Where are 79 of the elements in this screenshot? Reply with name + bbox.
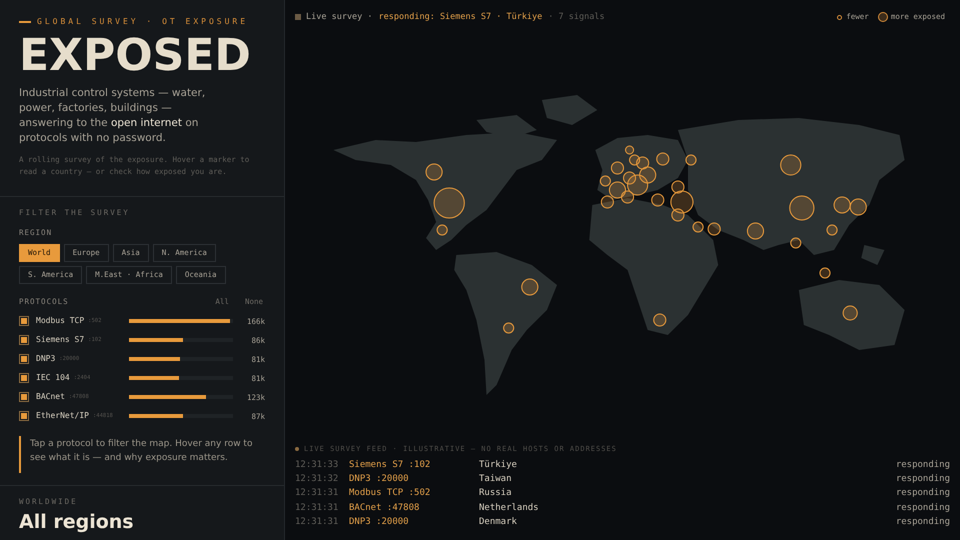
exposure-marker[interactable]: [670, 190, 694, 214]
time-cell-text: 12:31:31: [295, 516, 340, 530]
time-cell-text: 12:31:31: [295, 487, 340, 500]
protocol-cell-text: Modbus TCP :502: [349, 487, 432, 500]
signals-label: · 7 signals: [548, 10, 605, 24]
exposure-marker[interactable]: [623, 172, 636, 184]
exposure-marker[interactable]: [636, 156, 650, 170]
exposure-marker[interactable]: [426, 164, 443, 180]
country-cell-text: Netherlands: [479, 502, 539, 515]
state-cell-text: responding: [896, 487, 950, 500]
protocol-cell-text: BACnet :47808: [349, 502, 420, 515]
protocol-name: BACnet: [36, 391, 65, 404]
protocol-name: IEC 104: [36, 372, 70, 384]
exposure-marker[interactable]: [436, 224, 448, 236]
kicker-label: GLOBAL SURVEY · OT EXPOSURE: [37, 16, 248, 28]
exposure-marker[interactable]: [842, 306, 858, 320]
exposure-marker[interactable]: [708, 222, 721, 236]
exposure-marker[interactable]: [826, 224, 838, 236]
time-cell-text: 12:31:33: [295, 458, 340, 472]
exposure-marker[interactable]: [503, 322, 514, 334]
country-cell-text: Denmark: [479, 516, 517, 530]
protocol-name: Siemens S7: [36, 334, 84, 346]
page-title: EXPOSED: [19, 32, 252, 80]
large-marker-icon: [878, 12, 888, 22]
exposure-marker[interactable]: [746, 222, 764, 240]
protocol-checkbox[interactable]: [19, 373, 29, 384]
country-cell-text: Taiwan: [479, 473, 512, 486]
exposure-marker[interactable]: [780, 154, 802, 176]
exposure-marker[interactable]: [671, 180, 684, 194]
protocol-cell-text: Siemens S7 :102: [349, 458, 432, 472]
exposure-marker[interactable]: [790, 238, 802, 248]
exposure-marker[interactable]: [627, 174, 648, 196]
state-cell-text: responding: [896, 473, 950, 486]
exposure-marker[interactable]: [656, 152, 670, 166]
hint-paragraph: Tap a protocol to filter the map. Hover any row to see what it is — and why exposure matters.: [19, 436, 265, 473]
state-cell-text: responding: [896, 458, 950, 472]
live-label: Live survey ·: [306, 10, 373, 24]
country-cell-text: Russia: [479, 487, 512, 500]
exposure-marker[interactable]: [850, 198, 867, 216]
protocol-checkbox[interactable]: [19, 392, 29, 402]
protocol-cell-text: DNP3 :20000: [349, 473, 410, 486]
state-cell-text: responding: [896, 502, 950, 515]
exposure-marker[interactable]: [608, 182, 626, 198]
responding-label: responding: Siemens S7 · Türkiye: [378, 10, 542, 24]
exposure-marker[interactable]: [610, 162, 624, 174]
protocol-checkbox[interactable]: [19, 411, 29, 422]
exposure-marker[interactable]: [692, 222, 704, 232]
protocol-checkbox[interactable]: [19, 335, 29, 346]
exposure-marker[interactable]: [625, 146, 634, 154]
exposure-marker[interactable]: [653, 314, 666, 326]
exposure-marker[interactable]: [434, 188, 465, 218]
landmass-shape: [542, 95, 598, 125]
state-cell-text: responding: [896, 516, 950, 530]
exposure-marker[interactable]: [629, 154, 640, 166]
exposure-marker[interactable]: [685, 154, 697, 166]
exposure-marker[interactable]: [651, 194, 664, 206]
exposure-marker[interactable]: [639, 166, 656, 184]
exposure-marker[interactable]: [671, 208, 684, 222]
live-indicator-icon: [295, 14, 301, 20]
exposure-marker[interactable]: [819, 268, 831, 278]
exposure-marker[interactable]: [600, 176, 611, 186]
exposure-marker[interactable]: [521, 278, 538, 296]
exposure-marker[interactable]: [600, 196, 614, 208]
protocol-name: EtherNet/IP: [36, 410, 89, 422]
protocol-checkbox[interactable]: [19, 316, 29, 326]
intro-paragraph: Industrial control systems — water, power, factories, buildings — answering to the open internet on protocols with no password.: [19, 86, 206, 146]
exposure-marker[interactable]: [621, 190, 634, 204]
small-marker-icon: [837, 14, 842, 20]
protocol-cell-text: DNP3 :20000: [349, 516, 410, 530]
protocol-name: Modbus TCP: [36, 315, 84, 328]
protocol-checkbox[interactable]: [19, 354, 29, 364]
exposure-marker[interactable]: [789, 196, 814, 220]
protocol-name: DNP3: [36, 353, 56, 366]
time-cell-text: 12:31:32: [295, 473, 340, 486]
country-cell-text: Türkiye: [479, 458, 517, 472]
time-cell-text: 12:31:31: [295, 502, 340, 515]
accent-dash-icon: [19, 21, 31, 23]
scope-title: All regions: [19, 511, 135, 533]
exposure-marker[interactable]: [834, 196, 851, 214]
